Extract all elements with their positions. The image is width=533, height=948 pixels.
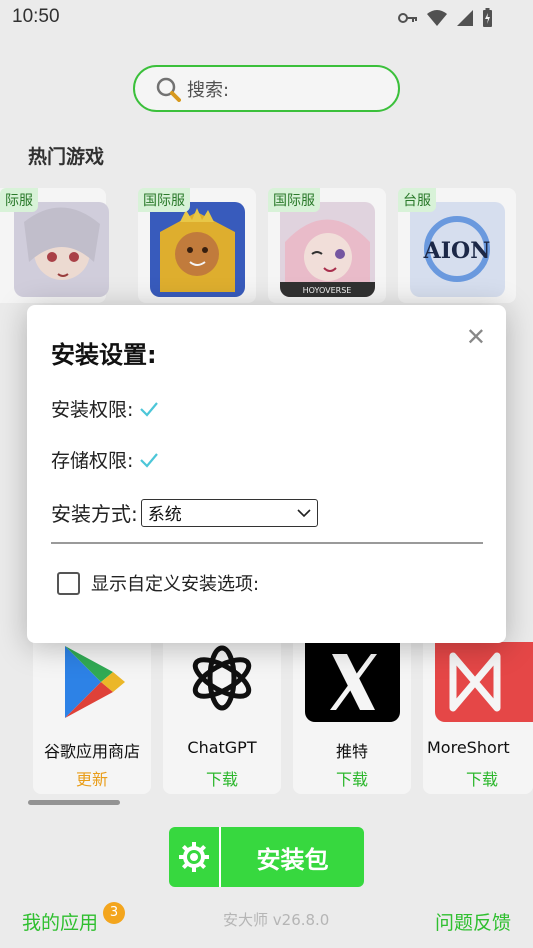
install-permission-label: 安装权限: [51,399,134,421]
dialog-title: 安装设置: [51,341,157,369]
custom-options-checkbox[interactable] [57,571,80,595]
divider [51,542,483,544]
check-icon [140,401,159,417]
install-package-button[interactable]: 安装包 [169,827,364,887]
install-permission-row: 安装权限: [51,395,159,422]
chevron-down-icon [297,508,311,517]
install-method-select[interactable]: 系统 [140,498,318,527]
game-region-badge: 国际服 [138,188,190,212]
close-icon[interactable]: ✕ [466,323,486,351]
game-region-badge: 台服 [398,188,436,212]
gear-icon[interactable] [169,827,221,887]
install-method-row: 安装方式: 系统 [51,498,318,527]
install-settings-dialog: 安装设置: ✕ 安装权限: 存储权限: 安装方式: 系统 显示自定义安装选项: [27,305,506,643]
my-apps-link[interactable]: 我的应用 [22,908,98,935]
storage-permission-label: 存储权限: [51,450,134,472]
custom-options-label: 显示自定义安装选项: [91,574,260,595]
my-apps-count-badge: 3 [103,902,125,924]
feedback-link[interactable]: 问题反馈 [435,908,511,935]
game-region-badge: 国际服 [268,188,320,212]
check-icon [140,452,159,468]
version-text: 安大师 v26.8.0 [223,911,330,929]
game-region-badge: 际服 [0,188,38,212]
install-package-label: 安装包 [256,845,329,874]
install-method-label: 安装方式: [51,502,138,526]
install-method-value: 系统 [147,505,182,525]
custom-options-row[interactable]: 显示自定义安装选项: [57,570,259,596]
storage-permission-row: 存储权限: [51,446,159,473]
